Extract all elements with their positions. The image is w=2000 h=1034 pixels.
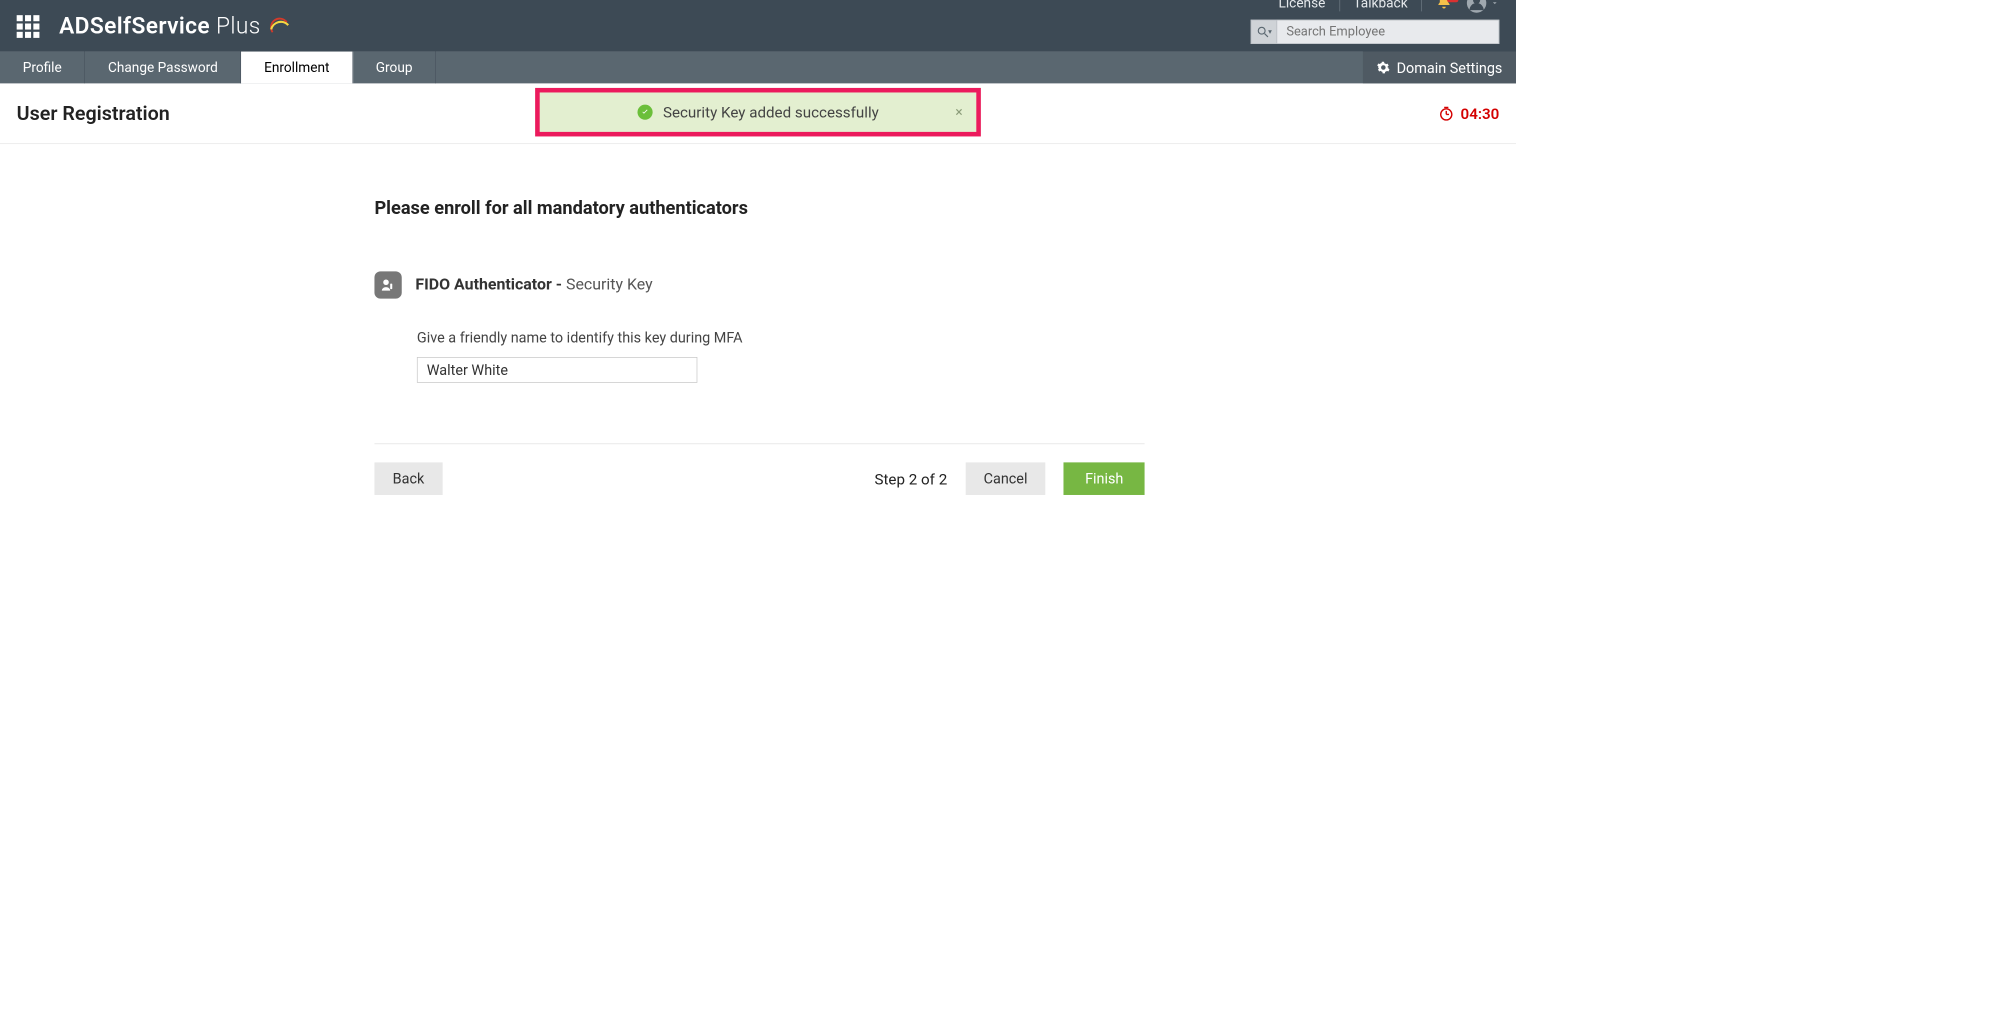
brand-text: ADSelfService Plus [59, 13, 260, 40]
chevron-down-icon [1490, 0, 1499, 8]
gear-icon [1377, 61, 1391, 75]
tab-enrollment[interactable]: Enrollment [241, 52, 353, 84]
friendly-name-label: Give a friendly name to identify this ke… [417, 329, 1145, 346]
topbar: ADSelfService Plus License Talkback 2 ▾ [0, 0, 1516, 52]
tab-group[interactable]: Group [353, 52, 436, 84]
authenticator-label-bold: FIDO Authenticator - [415, 276, 566, 294]
top-links: License Talkback 2 [1279, 0, 1500, 14]
domain-settings-button[interactable]: Domain Settings [1363, 52, 1516, 84]
back-button[interactable]: Back [374, 462, 442, 495]
talkback-link[interactable]: Talkback [1353, 0, 1407, 11]
user-circle-icon [1466, 0, 1487, 14]
authenticator-label-sub: Security Key [566, 276, 653, 294]
tab-profile[interactable]: Profile [0, 52, 85, 84]
domain-settings-label: Domain Settings [1397, 59, 1503, 76]
brand: ADSelfService Plus [59, 13, 291, 40]
toast-close-icon[interactable]: × [955, 104, 962, 120]
notification-badge: 2 [1447, 0, 1458, 2]
tab-change-password[interactable]: Change Password [85, 52, 241, 84]
page-header: User Registration Security Key added suc… [0, 83, 1516, 144]
page-title: User Registration [17, 102, 170, 125]
search: ▾ [1251, 20, 1500, 44]
content-heading: Please enroll for all mandatory authenti… [374, 197, 1144, 218]
apps-grid-icon[interactable] [17, 15, 40, 38]
footer-row: Back Step 2 of 2 Cancel Finish [374, 462, 1144, 495]
user-menu[interactable] [1466, 0, 1499, 14]
timer-value: 04:30 [1461, 104, 1500, 122]
separator [1421, 0, 1422, 11]
license-link[interactable]: License [1279, 0, 1326, 11]
search-button[interactable]: ▾ [1251, 20, 1277, 44]
brand-swirl-icon [268, 15, 291, 38]
tabbar: Profile Change Password Enrollment Group… [0, 52, 1516, 84]
friendly-name-input[interactable] [417, 357, 697, 383]
clock-icon [1438, 105, 1455, 122]
step-indicator: Step 2 of 2 [874, 470, 947, 488]
search-input[interactable] [1276, 20, 1499, 44]
notifications-button[interactable]: 2 [1436, 0, 1453, 13]
divider [374, 443, 1144, 444]
success-toast: Security Key added successfully × [535, 88, 981, 137]
content: Please enroll for all mandatory authenti… [374, 197, 1144, 495]
check-circle-icon [637, 105, 652, 120]
finish-button[interactable]: Finish [1064, 462, 1145, 495]
timer: 04:30 [1438, 104, 1500, 122]
brand-wrap: ADSelfService Plus [17, 13, 291, 52]
cancel-button[interactable]: Cancel [965, 462, 1045, 495]
toast-message: Security Key added successfully [663, 103, 879, 121]
fido-key-icon [374, 271, 401, 298]
top-right: License Talkback 2 ▾ [1251, 0, 1500, 52]
authenticator-label: FIDO Authenticator - Security Key [415, 276, 652, 294]
authenticator-row: FIDO Authenticator - Security Key [374, 271, 1144, 298]
separator [1339, 0, 1340, 11]
